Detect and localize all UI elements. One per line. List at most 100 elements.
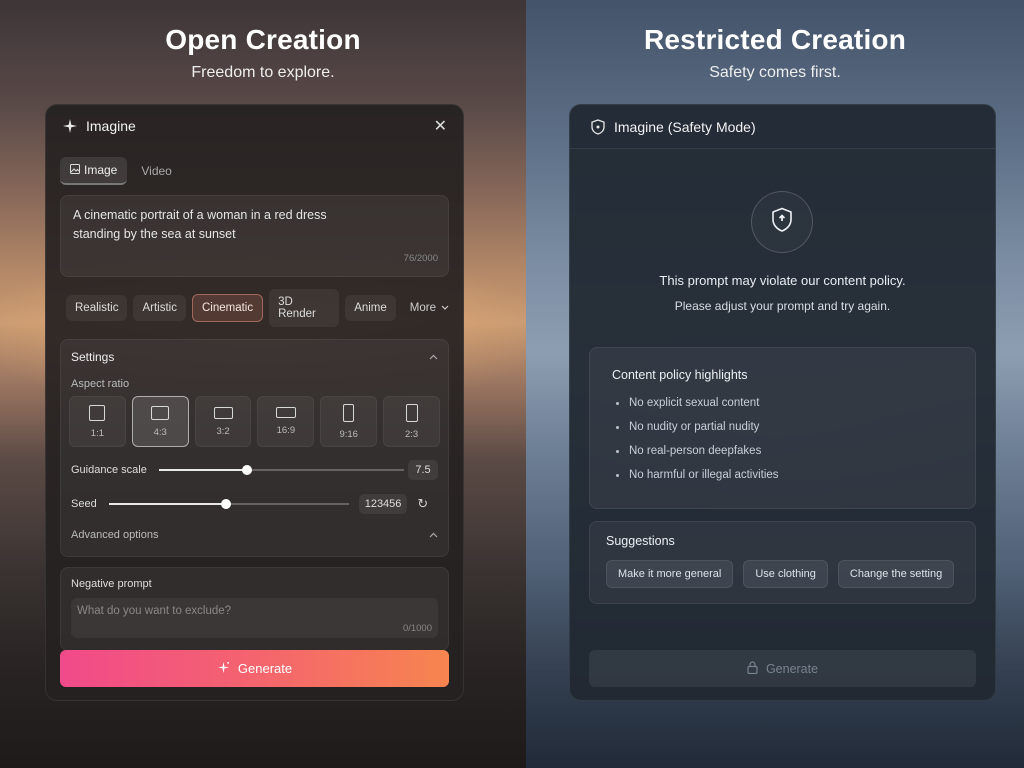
right-heading: Restricted Creation Safety comes first. [526,0,1024,82]
slider-fill [108,503,227,505]
violation-message: This prompt may violate our content poli… [659,273,906,288]
sparkle-icon [217,661,230,677]
suggestion-change-setting[interactable]: Change the setting [837,560,955,588]
generate-label: Generate [237,661,293,676]
imagine-panel: Imagine ✕ Image Video A cinematic portra… [45,104,464,701]
guidance-scale-row: Guidance scale 7.5 [61,459,448,481]
tab-image[interactable]: Image [60,157,128,185]
seed-slider[interactable] [108,499,349,509]
policy-item: No nudity or partial nudity [612,415,953,439]
portrait-icon [343,403,355,422]
advanced-options-toggle[interactable]: Advanced options [61,529,448,541]
ratio-9-16[interactable]: 9:16 [320,396,378,447]
warning-badge [751,191,813,253]
suggestion-more-general[interactable]: Make it more general [606,560,734,588]
chevron-up-icon [429,530,438,541]
generate-button-disabled[interactable]: Generate [589,650,976,687]
ratio-2-3[interactable]: 2:3 [383,396,440,447]
style-artistic[interactable]: Artistic [133,295,186,321]
landscape-icon [213,406,233,419]
slider-handle[interactable] [242,465,253,475]
panel-header: Imagine ✕ [46,105,463,147]
more-styles-button[interactable]: More [410,302,449,314]
advanced-options-label: Advanced options [71,529,159,541]
slider-fill [158,469,248,471]
left-title: Open Creation [165,24,361,55]
policy-item: No harmful or illegal activities [612,463,953,487]
style-presets: Realistic Artistic Cinematic 3D Render A… [46,277,463,327]
shield-alert-icon [771,207,793,238]
policy-highlights: Content policy highlights No explicit se… [589,347,976,509]
more-label: More [409,302,436,314]
style-realistic[interactable]: Realistic [66,295,128,321]
ratio-label: 3:2 [216,425,230,437]
safety-panel: Imagine (Safety Mode) This prompt may vi… [569,104,996,701]
prompt-text: A cinematic portrait of a woman in a red… [73,208,327,241]
tab-image-label: Image [84,163,118,177]
aspect-ratio-label: Aspect ratio [71,378,130,390]
ratio-label: 4:3 [153,426,167,438]
image-icon [70,163,80,177]
negative-char-count: 0/1000 [402,623,432,634]
policy-item: No real-person deepfakes [612,439,953,463]
wide-icon [275,407,296,418]
ratio-1-1[interactable]: 1:1 [69,396,126,447]
guidance-scale-label: Guidance scale [71,464,147,476]
tab-video[interactable]: Video [131,157,181,185]
tab-video-label: Video [141,164,172,178]
policy-item: No explicit sexual content [612,391,953,415]
adjust-message: Please adjust your prompt and try again. [674,299,891,313]
shield-icon [590,118,606,135]
chevron-down-icon [441,302,449,314]
guidance-scale-slider[interactable] [158,465,404,475]
negative-prompt-section: Negative prompt What do you want to excl… [60,567,449,651]
policy-list: No explicit sexual content No nudity or … [612,391,953,487]
settings-section: Settings Aspect ratio 1:1 4:3 3:2 16:9 9… [60,339,449,557]
ratio-label: 16:9 [276,425,296,436]
landscape-icon [151,405,170,420]
generate-button[interactable]: Generate [60,650,449,687]
settings-header[interactable]: Settings [61,340,448,364]
slider-handle[interactable] [221,499,232,509]
refresh-icon[interactable]: ↻ [417,496,428,512]
right-background: Restricted Creation Safety comes first. … [526,0,1024,768]
right-title: Restricted Creation [643,24,907,55]
ratio-16-9[interactable]: 16:9 [257,396,315,447]
negative-prompt-label: Negative prompt [71,578,152,590]
lock-icon [747,660,758,677]
suggestion-chips: Make it more general Use clothing Change… [606,560,959,588]
left-background: Open Creation Freedom to explore. Imagin… [0,0,526,768]
mode-tabs: Image Video [46,147,463,185]
style-anime[interactable]: Anime [345,295,396,321]
ratio-label: 9:16 [339,428,358,440]
suggestions-section: Suggestions Make it more general Use clo… [589,521,976,604]
ratio-4-3[interactable]: 4:3 [131,396,189,447]
prompt-char-count: 76/2000 [403,253,438,264]
ratio-label: 1:1 [90,427,105,439]
negative-prompt-placeholder: What do you want to exclude? [77,605,232,617]
close-icon[interactable]: ✕ [434,116,447,136]
suggestion-use-clothing[interactable]: Use clothing [743,560,828,588]
panel-header: Imagine (Safety Mode) [570,105,995,149]
chevron-up-icon [429,352,438,363]
panel-title: Imagine [86,118,136,134]
negative-prompt-input[interactable]: What do you want to exclude? 0/1000 [71,598,438,638]
seed-value[interactable]: 123456 [358,494,408,514]
settings-title: Settings [71,350,115,364]
guidance-scale-value[interactable]: 7.5 [408,460,438,480]
policy-title: Content policy highlights [612,368,748,382]
generate-label: Generate [765,661,819,676]
style-cinematic[interactable]: Cinematic [191,294,264,322]
portrait-icon [405,403,418,422]
right-subtitle: Safety comes first. [709,64,841,81]
ratio-label: 2:3 [404,428,419,440]
style-3d-render[interactable]: 3D Render [269,289,340,327]
square-icon [89,404,106,421]
left-heading: Open Creation Freedom to explore. [0,0,526,82]
ratio-3-2[interactable]: 3:2 [194,396,252,447]
suggestions-title: Suggestions [606,534,675,548]
seed-row: Seed 123456 ↻ [61,493,448,515]
prompt-input[interactable]: A cinematic portrait of a woman in a red… [60,195,449,277]
seed-label: Seed [71,498,97,510]
left-subtitle: Freedom to explore. [191,64,335,81]
